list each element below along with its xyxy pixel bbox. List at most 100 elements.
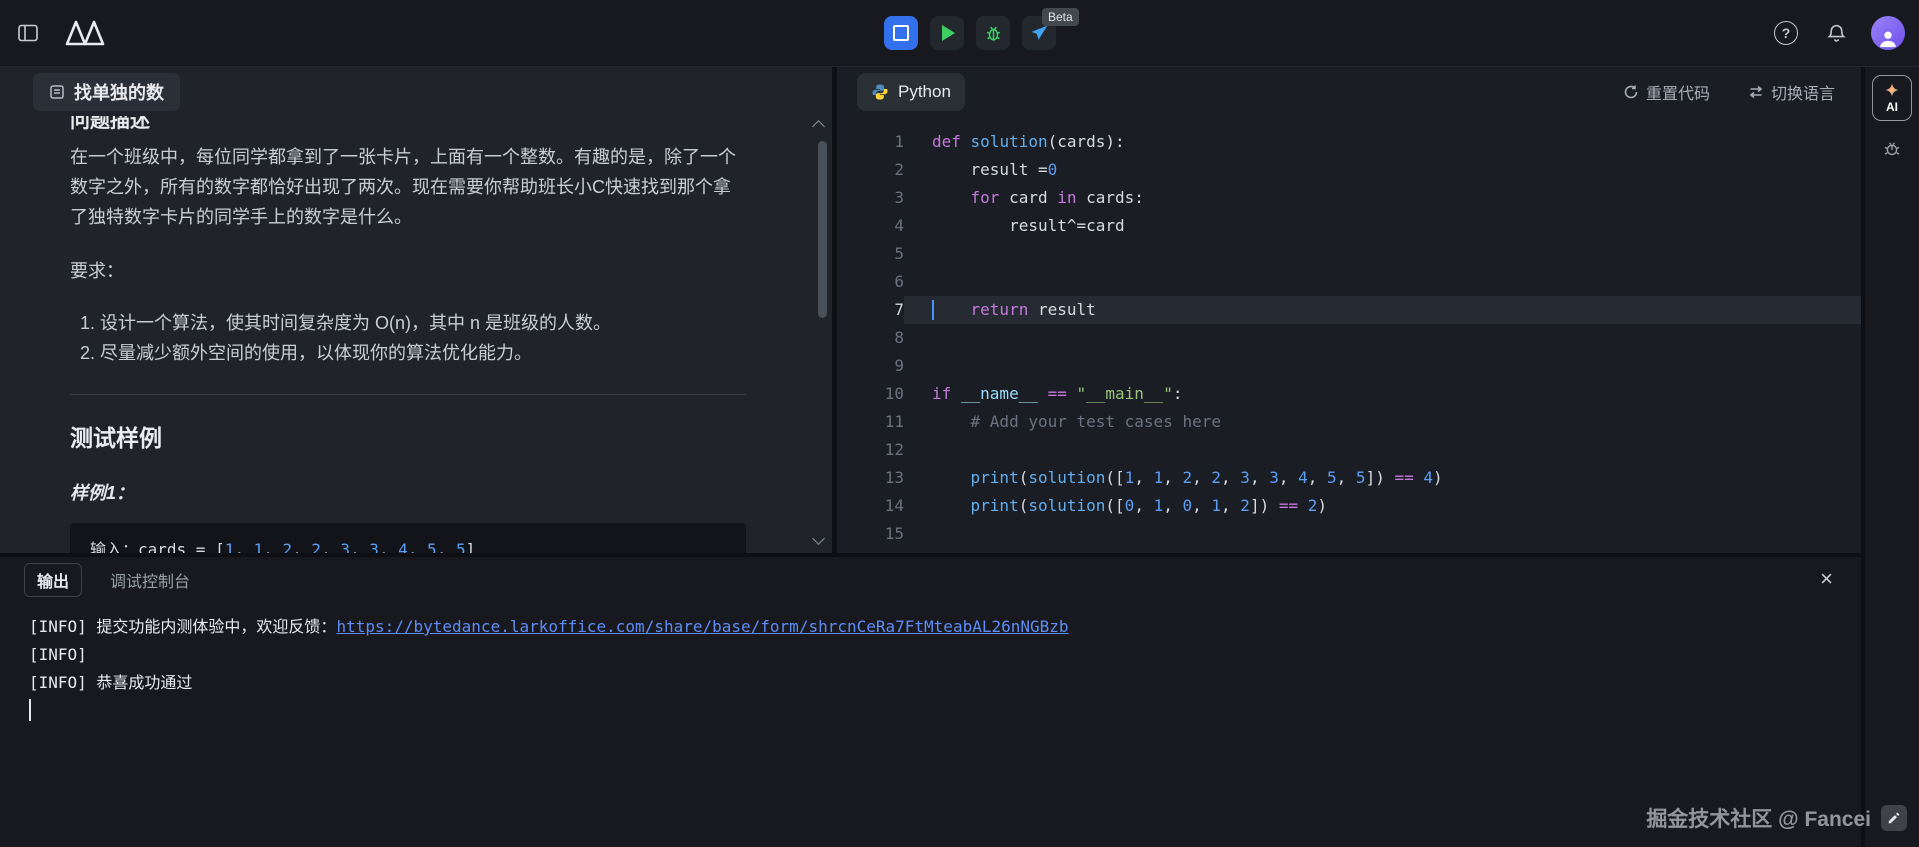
code-line-8[interactable]: 8 [837,324,1861,352]
console-close-button[interactable]: × [1814,567,1839,591]
problem-scrollbar[interactable] [818,141,827,318]
python-icon [871,83,889,101]
ai-assistant-button[interactable]: AI [1872,75,1912,121]
line-number: 15 [837,520,904,548]
editor-cursor [932,300,934,320]
line-number: 12 [837,436,904,464]
stop-icon [893,25,909,41]
help-icon: ? [1774,21,1798,45]
code-line-15[interactable]: 15 [837,520,1861,548]
language-selector[interactable]: Python [857,73,965,111]
code-line-3[interactable]: 3 for card in cards: [837,184,1861,212]
console-content[interactable]: [INFO] 提交功能内测体验中，欢迎反馈：https://bytedance.… [0,603,1861,847]
problem-panel: 找单独的数 问题描述 在一个班级中，每位同学都拿到了一张卡片，上面有一个整数。有… [0,67,832,553]
user-avatar[interactable] [1871,16,1905,50]
main-column: 找单独的数 问题描述 在一个班级中，每位同学都拿到了一张卡片，上面有一个整数。有… [0,67,1861,847]
line-content[interactable] [904,240,1861,268]
code-line-11[interactable]: 11 # Add your test cases here [837,408,1861,436]
bug-report-icon [1882,139,1902,159]
topbar-right-group: ? [1770,0,1905,66]
topbar-left-group [14,15,112,51]
line-content[interactable]: return result [904,296,1861,324]
console-tabs: 输出 调试控制台 [0,557,1861,603]
refresh-icon [1623,84,1639,100]
code-line-1[interactable]: 1def solution(cards): [837,128,1861,156]
code-lines: 1def solution(cards):2 result =03 for ca… [837,128,1861,548]
reset-code-button[interactable]: 重置代码 [1617,79,1716,105]
line-content[interactable] [904,324,1861,352]
line-content[interactable] [904,268,1861,296]
line-content[interactable] [904,352,1861,380]
code-line-2[interactable]: 2 result =0 [837,156,1861,184]
requirement-item: 尽量减少额外空间的使用，以体现你的算法优化能力。 [100,338,746,368]
tab-output[interactable]: 输出 [24,563,82,597]
requirements-label: 要求： [70,256,746,286]
person-icon [1877,27,1899,49]
line-number: 11 [837,408,904,436]
switch-language-button[interactable]: 切换语言 [1742,79,1841,105]
code-editor[interactable]: 1def solution(cards):2 result =03 for ca… [837,116,1861,553]
console-cursor [29,699,31,721]
line-content[interactable]: for card in cards: [904,184,1861,212]
run-button[interactable] [930,16,964,50]
app-window: Beta ? 找单独的数 [0,0,1919,847]
right-rail: AI [1865,67,1919,847]
section-divider [70,394,746,395]
bug-icon [984,24,1003,43]
console-panel: 输出 调试控制台 × [INFO] 提交功能内测体验中，欢迎反馈：https:/… [0,557,1861,847]
problem-title-button[interactable]: 找单独的数 [33,73,180,111]
topbar: Beta ? [0,0,1919,67]
line-number: 10 [837,380,904,408]
line-number: 14 [837,492,904,520]
clipped-heading-wrap: 问题描述 [70,116,746,130]
line-number: 3 [837,184,904,212]
problem-section-heading: 问题描述 [70,116,746,130]
code-line-5[interactable]: 5 [837,240,1861,268]
play-icon [942,25,955,41]
language-label: Python [898,82,951,102]
problem-content[interactable]: 问题描述 在一个班级中，每位同学都拿到了一张卡片，上面有一个整数。有趣的是，除了… [0,116,832,553]
tab-debug-console[interactable]: 调试控制台 [104,567,196,593]
line-number: 13 [837,464,904,492]
problem-list-icon [49,84,65,100]
code-line-14[interactable]: 14 print(solution([0, 1, 0, 1, 2]) == 2) [837,492,1861,520]
sparkle-icon [1884,82,1900,98]
code-line-13[interactable]: 13 print(solution([1, 1, 2, 2, 3, 3, 4, … [837,464,1861,492]
notifications-button[interactable] [1822,19,1851,48]
panels-row: 找单独的数 问题描述 在一个班级中，每位同学都拿到了一张卡片，上面有一个整数。有… [0,67,1861,553]
sidebar-toggle-button[interactable] [14,20,42,46]
line-number: 1 [837,128,904,156]
code-line-6[interactable]: 6 [837,268,1861,296]
main-body: 找单独的数 问题描述 在一个班级中，每位同学都拿到了一张卡片，上面有一个整数。有… [0,67,1919,847]
line-content[interactable] [904,520,1861,548]
code-line-9[interactable]: 9 [837,352,1861,380]
line-content[interactable]: print(solution([1, 1, 2, 2, 3, 3, 4, 5, … [904,464,1861,492]
line-number: 5 [837,240,904,268]
code-line-12[interactable]: 12 [837,436,1861,464]
line-content[interactable] [904,436,1861,464]
line-content[interactable]: if __name__ == "__main__": [904,380,1861,408]
line-number: 7 [837,296,904,324]
line-content[interactable]: # Add your test cases here [904,408,1861,436]
line-content[interactable]: result =0 [904,156,1861,184]
code-line-4[interactable]: 4 result^=card [837,212,1861,240]
code-line-10[interactable]: 10if __name__ == "__main__": [837,380,1861,408]
marscode-logo [60,15,112,51]
line-content[interactable]: result^=card [904,212,1861,240]
line-content[interactable]: print(solution([0, 1, 0, 1, 2]) == 2) [904,492,1861,520]
example-code-line: 输入：cards = [1, 1, 2, 2, 3, 3, 4, 5, 5] [90,536,726,553]
debug-button[interactable] [976,16,1010,50]
line-number: 6 [837,268,904,296]
code-line-7[interactable]: 7 return result [837,296,1861,324]
stop-button[interactable] [884,16,918,50]
console-link[interactable]: https://bytedance.larkoffice.com/share/b… [336,617,1068,636]
bug-report-button[interactable] [1880,137,1904,164]
line-number: 4 [837,212,904,240]
problem-description: 在一个班级中，每位同学都拿到了一张卡片，上面有一个整数。有趣的是，除了一个数字之… [70,142,746,232]
close-icon: × [1820,566,1833,591]
ai-label: AI [1886,100,1898,114]
submit-button[interactable]: Beta [1022,16,1056,50]
line-content[interactable]: def solution(cards): [904,128,1861,156]
help-button[interactable]: ? [1770,17,1802,49]
examples-heading: 测试样例 [70,419,746,453]
